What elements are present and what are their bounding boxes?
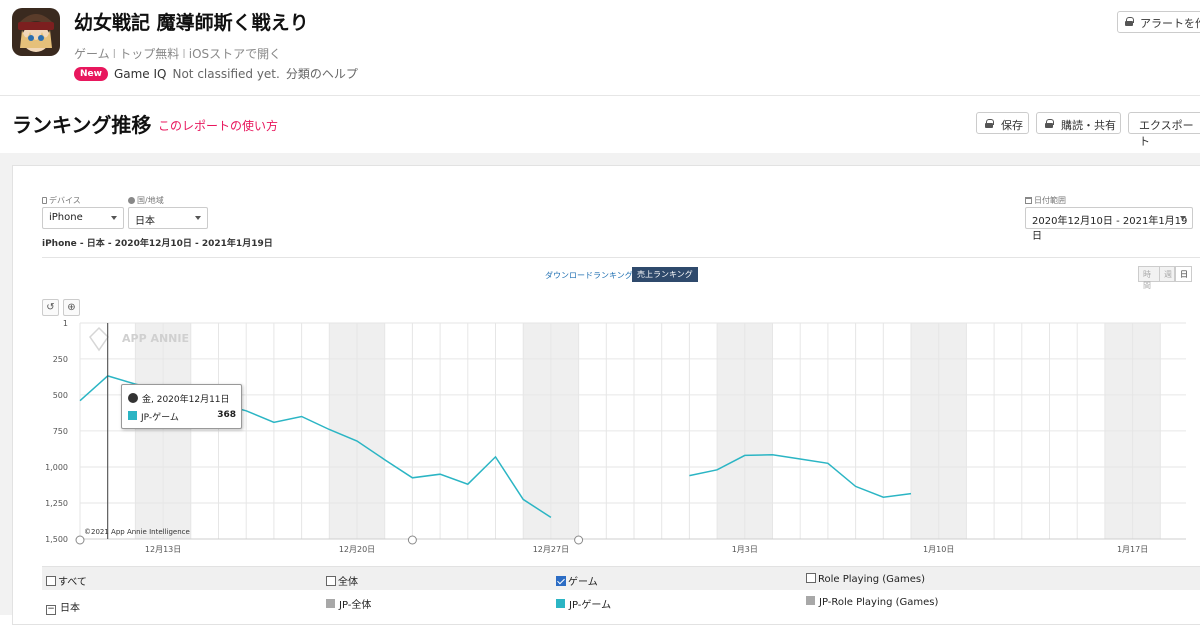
checkbox-overall[interactable]: 全体 xyxy=(326,573,358,588)
checkbox-role-playing[interactable]: Role Playing (Games) xyxy=(806,573,925,585)
x-tick-label: 12月13日 xyxy=(145,545,181,554)
collapse-icon: − xyxy=(46,604,56,615)
tooltip-date: 金, 2020年12月11日 xyxy=(142,395,230,405)
series-color-swatch xyxy=(806,596,815,605)
series-color-swatch xyxy=(556,599,565,608)
checkbox-all[interactable]: すべて xyxy=(46,573,87,588)
x-tick-label: 12月27日 xyxy=(533,545,569,554)
tooltip-value: 368 xyxy=(217,410,236,420)
ranking-chart: 1 250 500 750 1,000 1,250 1,500 12月13日 12月20日 12月… xyxy=(45,319,1186,554)
y-tick-label: 750 xyxy=(53,427,68,436)
x-tick-label: 1月17日 xyxy=(1117,545,1148,554)
checkbox-checked-icon xyxy=(556,576,566,586)
globe-icon xyxy=(128,393,138,403)
copyright-label: ©2021 App Annie Intelligence xyxy=(84,528,190,536)
event-marker-icon xyxy=(574,535,584,545)
x-tick-label: 12月20日 xyxy=(339,545,375,554)
series-overall[interactable]: JP-全体 xyxy=(326,596,371,611)
checkbox-icon xyxy=(326,576,336,586)
series-color-swatch xyxy=(128,411,137,420)
event-marker-icon xyxy=(75,535,85,545)
x-tick-label: 1月10日 xyxy=(923,545,954,554)
y-tick-label: 500 xyxy=(53,391,68,400)
checkbox-icon xyxy=(806,573,816,583)
event-marker-icon xyxy=(407,535,417,545)
checkbox-icon xyxy=(46,576,56,586)
y-tick-label: 250 xyxy=(53,355,68,364)
series-game[interactable]: JP-ゲーム xyxy=(556,596,611,611)
y-tick-label: 1,250 xyxy=(45,499,68,508)
tooltip-series: JP-ゲーム xyxy=(141,413,179,423)
y-tick-label: 1,000 xyxy=(45,463,68,472)
y-tick-label: 1,500 xyxy=(45,535,68,544)
country-collapse-toggle[interactable]: − 日本 xyxy=(46,599,80,615)
category-checkbox-row: すべて 全体 ゲーム Role Playing (Games) xyxy=(42,566,1200,590)
chart-tooltip: 金, 2020年12月11日 JP-ゲーム 368 xyxy=(121,384,242,429)
series-rpg[interactable]: JP-Role Playing (Games) xyxy=(806,596,938,608)
y-tick-label: 1 xyxy=(63,319,68,328)
app-annie-logo-icon xyxy=(89,326,109,352)
app-annie-watermark: APP ANNIE xyxy=(122,332,189,345)
series-color-swatch xyxy=(326,599,335,608)
series-row: − 日本 JP-全体 JP-ゲーム JP-Role Playing (Games) xyxy=(42,591,1200,615)
checkbox-game[interactable]: ゲーム xyxy=(556,573,598,588)
x-tick-label: 1月3日 xyxy=(732,545,758,554)
